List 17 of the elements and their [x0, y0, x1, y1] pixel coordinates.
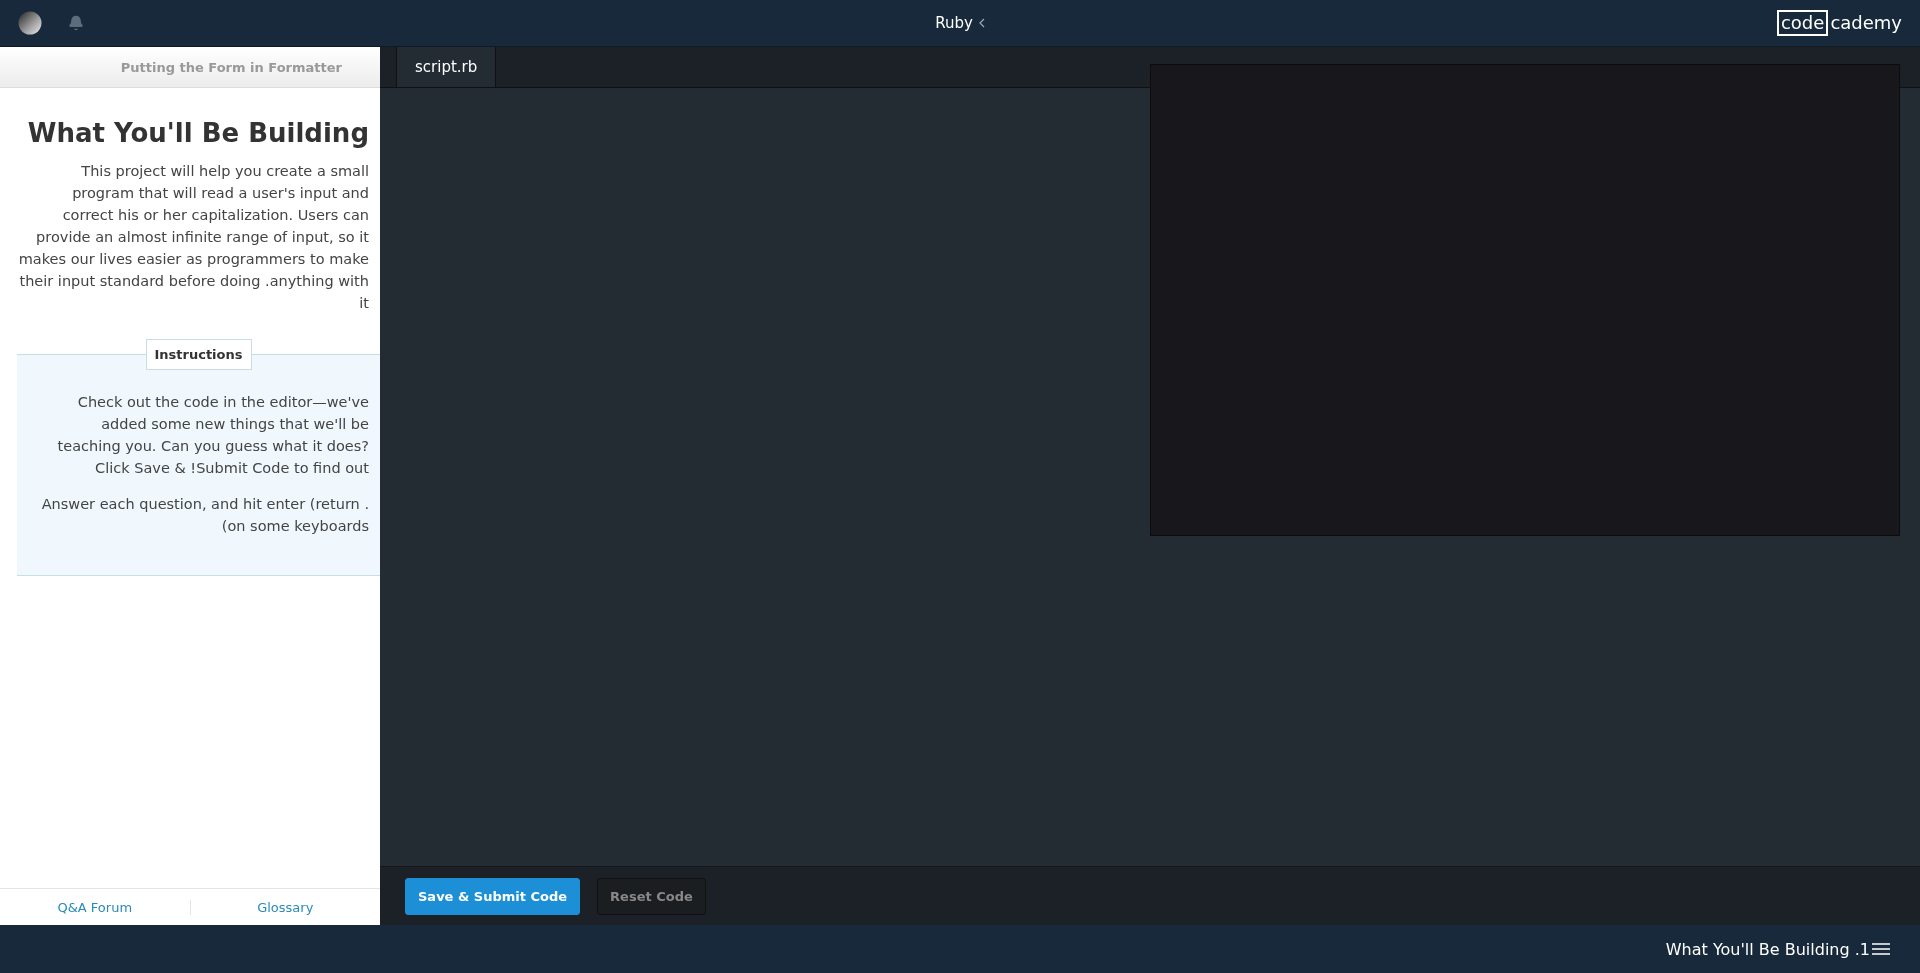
avatar-icon[interactable]: [18, 11, 42, 35]
chevron-icon[interactable]: [978, 18, 985, 28]
file-tab[interactable]: script.rb: [396, 47, 497, 87]
footer-link[interactable]: Q&A Forum: [0, 899, 190, 915]
reset-button[interactable]: Reset Code: [597, 877, 706, 915]
logo-text: code: [1776, 10, 1829, 36]
logo-text: cademy: [1830, 12, 1902, 34]
bell-icon[interactable]: [68, 15, 84, 31]
instructions-label: Instructions: [145, 339, 252, 370]
instruction-paragraph: Check out the code in the editor—we've added some new things that we'll be teaching you. Can you guess what it does? Click Save & !Submit Code to find out: [56, 393, 369, 478]
submit-button[interactable]: Save & Submit Code: [405, 877, 581, 915]
menu-icon[interactable]: [1872, 943, 1890, 955]
course-title[interactable]: Ruby: [935, 14, 973, 32]
instruction-paragraph: Answer each question, and hit enter (return .(on some keyboards: [40, 495, 369, 536]
lesson-indicator[interactable]: What You'll Be Building .1: [1665, 939, 1870, 959]
lesson-paragraph: This project will help you create a small program that will read a user's input and correct his or her capitalization. Users can provide an almost infinite range of input, so it makes our lives easier as programmers to make their input standard before doing .anything with it: [17, 162, 369, 313]
lesson-title: What You'll Be Building: [26, 118, 369, 148]
